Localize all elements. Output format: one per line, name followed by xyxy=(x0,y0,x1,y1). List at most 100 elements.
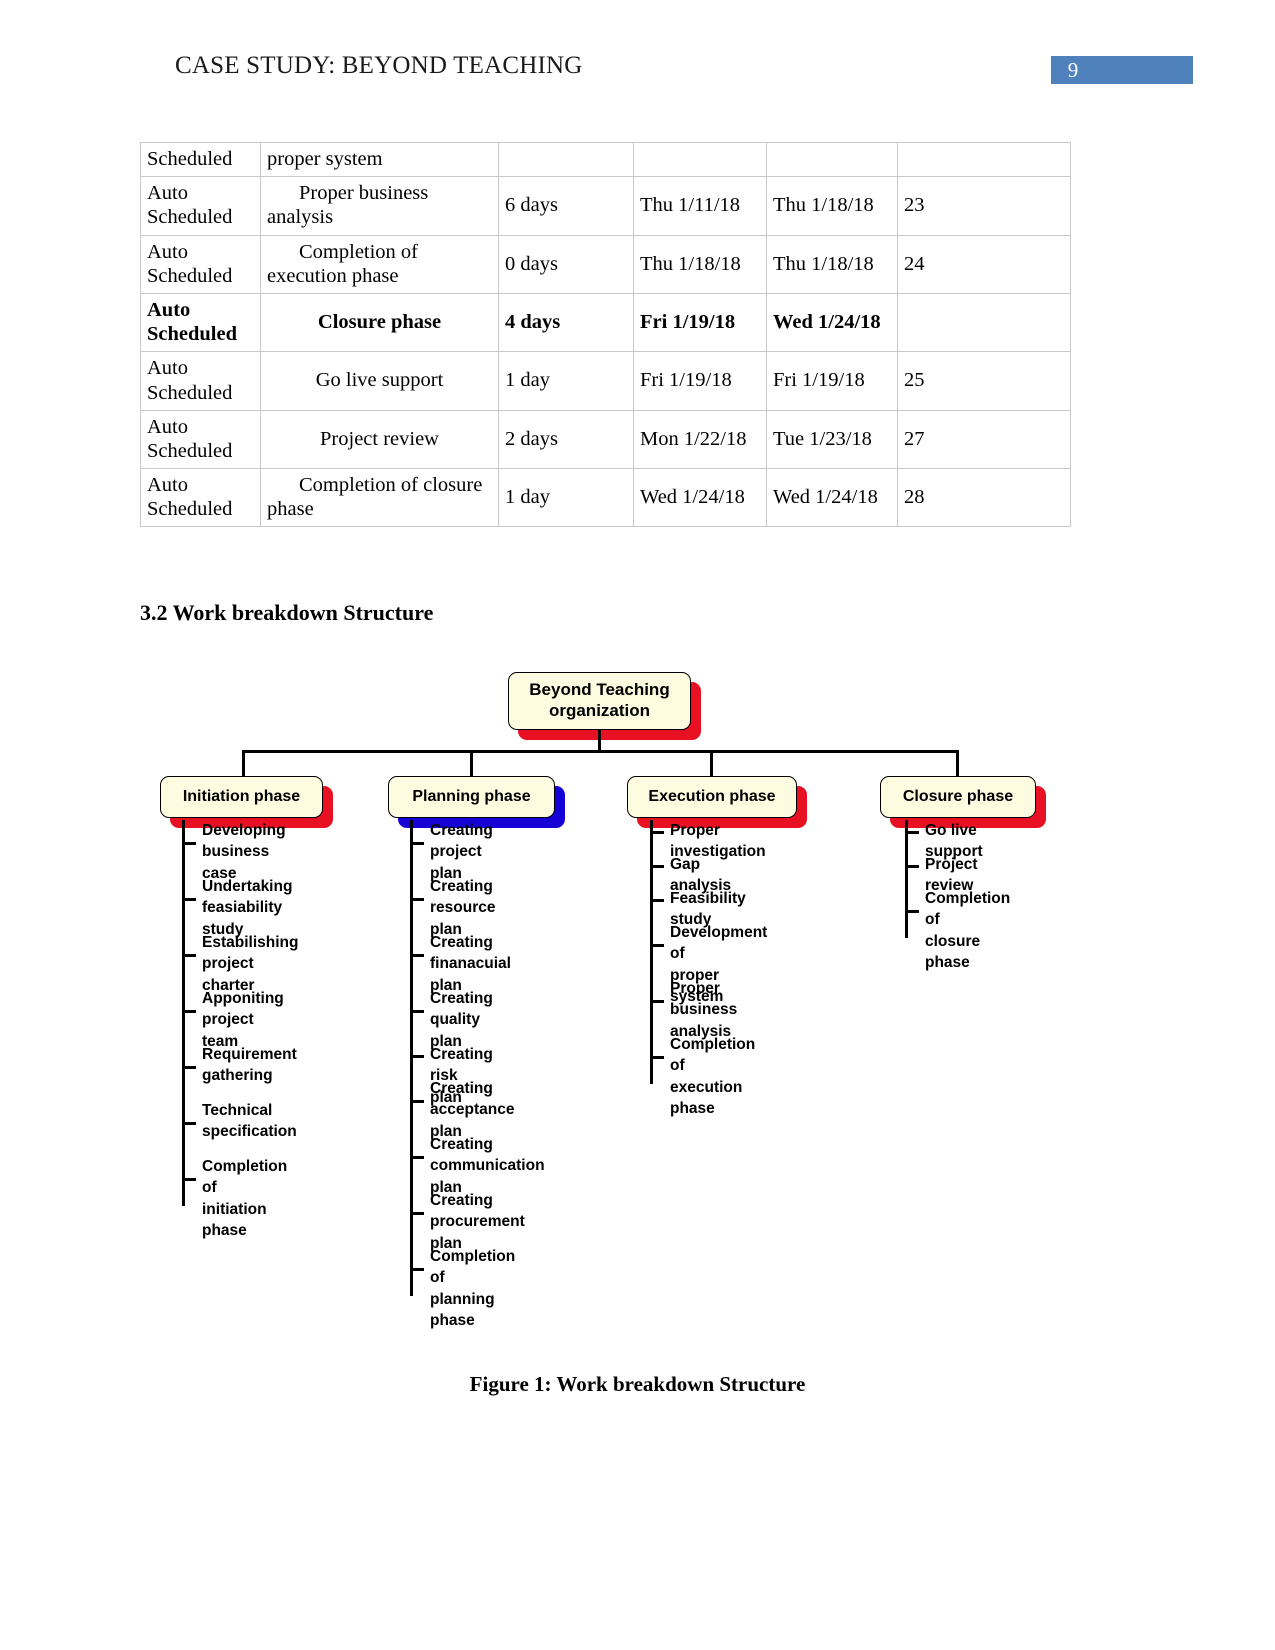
table-row: Auto Scheduled Completion of execution ph… xyxy=(140,234,1071,294)
wbs-leaf-item: Creating procurement plan xyxy=(413,1190,525,1254)
wbs-leaf-item: Completion of planning phase xyxy=(413,1246,515,1332)
table-cell-duration: 1 day xyxy=(498,351,634,411)
table-cell-finish: Wed 1/24/18 xyxy=(766,292,898,353)
connector-branch-closure xyxy=(956,750,959,776)
page-title: CASE STUDY: BEYOND TEACHING xyxy=(175,52,583,79)
wbs-leaf-item: Completion of execution phase xyxy=(653,1034,755,1120)
table-cell-start xyxy=(633,141,767,178)
wbs-leaf-item: Developing business case xyxy=(185,820,286,884)
table-cell-predecessors: 24 xyxy=(897,234,1071,294)
table-cell-mode: Auto Scheduled xyxy=(140,409,261,470)
table-cell-predecessors: 27 xyxy=(897,409,1071,470)
schedule-table-container: Scheduled proper system Auto Scheduled Prop… xyxy=(140,141,1071,528)
figure-caption: Figure 1: Work breakdown Structure xyxy=(469,1372,806,1396)
wbs-leaf-label: Completion of initiation phase xyxy=(202,1158,288,1240)
table-cell-finish: Thu 1/18/18 xyxy=(766,176,898,236)
table-cell-start: Wed 1/24/18 xyxy=(633,468,767,528)
table-cell-start: Mon 1/22/18 xyxy=(633,409,767,470)
table-row: Auto Scheduled Closure phase 4 days Fri 1/1… xyxy=(140,292,1071,353)
wbs-leaf-label: Proper business analysis xyxy=(670,980,738,1040)
page-number-badge: 9 xyxy=(1051,56,1193,84)
table-cell-name: Project review xyxy=(260,409,499,470)
connector-horizontal-bus xyxy=(242,750,958,753)
phase-node-initiation: Initiation phase xyxy=(160,776,323,818)
wbs-leaf-label: Estabilishing project charter xyxy=(202,934,299,994)
table-cell-duration: 0 days xyxy=(498,234,634,294)
table-row: Auto Scheduled Completion of closure phas… xyxy=(140,468,1071,528)
table-cell-start: Thu 1/11/18 xyxy=(633,176,767,236)
table-cell-predecessors xyxy=(897,292,1071,353)
wbs-leaf-label: Creating acceptance plan xyxy=(430,1080,515,1140)
connector-branch-planning xyxy=(470,750,473,776)
wbs-leaf-item: Requirement gathering xyxy=(185,1044,297,1087)
schedule-table-body: Scheduled proper system Auto Scheduled Prop… xyxy=(140,141,1071,528)
table-cell-mode: Auto Scheduled xyxy=(140,234,261,294)
table-cell-finish: Wed 1/24/18 xyxy=(766,468,898,528)
table-cell-predecessors: 23 xyxy=(897,176,1071,236)
wbs-leaf-item: Creating project plan xyxy=(413,820,493,884)
table-cell-duration: 2 days xyxy=(498,409,634,470)
page-number-text: 9 xyxy=(1067,58,1079,82)
wbs-leaf-item: Completion of closure phase xyxy=(908,888,1010,974)
wbs-leaf-label: Technical specification xyxy=(202,1102,297,1141)
schedule-table: Scheduled proper system Auto Scheduled Prop… xyxy=(140,141,1071,528)
wbs-leaf-label: Completion of execution phase xyxy=(670,1036,756,1118)
table-cell-name: Go live support xyxy=(260,351,499,411)
wbs-leaf-label: Creating quality plan xyxy=(430,990,493,1050)
phase-node-planning: Planning phase xyxy=(388,776,555,818)
table-cell-mode: Auto Scheduled xyxy=(140,292,261,353)
wbs-leaf-label: Apponiting project team xyxy=(202,990,284,1050)
table-cell-finish: Tue 1/23/18 xyxy=(766,409,898,470)
table-cell-duration: 1 day xyxy=(498,468,634,528)
wbs-leaf-item: Technical specification xyxy=(185,1100,297,1143)
table-cell-duration: 6 days xyxy=(498,176,634,236)
wbs-leaf-label: Creating resource plan xyxy=(430,878,496,938)
wbs-leaf-item: Creating finanacuial plan xyxy=(413,932,511,996)
connector-branch-initiation xyxy=(242,750,245,776)
connector-branch-execution xyxy=(710,750,713,776)
table-cell-name: Closure phase xyxy=(260,292,499,353)
wbs-leaf-item: Creating quality plan xyxy=(413,988,493,1052)
wbs-leaf-label: Requirement gathering xyxy=(202,1046,297,1085)
table-cell-finish: Thu 1/18/18 xyxy=(766,234,898,294)
phase-node-execution: Execution phase xyxy=(627,776,797,818)
wbs-leaf-item: Undertaking feasiability study xyxy=(185,876,292,940)
wbs-leaf-label: Creating communication plan xyxy=(430,1136,545,1196)
table-cell-duration: 4 days xyxy=(498,292,634,353)
wbs-leaf-item: Creating communication plan xyxy=(413,1134,545,1198)
table-row: Auto Scheduled Proper business analysis 6 … xyxy=(140,176,1071,236)
table-row: Scheduled proper system xyxy=(140,141,1071,178)
table-cell-mode: Auto Scheduled xyxy=(140,351,261,411)
table-cell-mode: Auto Scheduled xyxy=(140,468,261,528)
section-heading: 3.2 Work breakdown Structure xyxy=(140,600,434,625)
wbs-leaf-item: Completion of initiation phase xyxy=(185,1156,287,1242)
root-node: Beyond Teaching organization xyxy=(508,672,691,730)
table-row: Auto Scheduled Project review 2 days Mon 1/… xyxy=(140,409,1071,470)
table-cell-finish: Fri 1/19/18 xyxy=(766,351,898,411)
table-cell-start: Thu 1/18/18 xyxy=(633,234,767,294)
work-breakdown-structure-diagram: Beyond Teaching organization Initiation … xyxy=(0,650,1275,1330)
wbs-leaf-label: Creating procurement plan xyxy=(430,1192,525,1252)
wbs-leaf-label: Completion of planning phase xyxy=(430,1248,516,1330)
wbs-leaf-label: Creating finanacuial plan xyxy=(430,934,511,994)
table-cell-start: Fri 1/19/18 xyxy=(633,292,767,353)
table-cell-predecessors xyxy=(897,141,1071,178)
table-cell-name: Proper business analysis xyxy=(260,176,499,236)
wbs-leaf-item: Estabilishing project charter xyxy=(185,932,298,996)
table-cell-name: proper system xyxy=(260,141,499,178)
table-cell-name: Completion of execution phase xyxy=(260,234,499,294)
wbs-leaf-item: Creating acceptance plan xyxy=(413,1078,514,1142)
wbs-leaf-label: Creating project plan xyxy=(430,822,493,882)
wbs-leaf-label: Developing business case xyxy=(202,822,286,882)
phase-node-closure: Closure phase xyxy=(880,776,1036,818)
table-cell-predecessors: 28 xyxy=(897,468,1071,528)
table-cell-predecessors: 25 xyxy=(897,351,1071,411)
table-cell-mode: Auto Scheduled xyxy=(140,176,261,236)
table-row: Auto Scheduled Go live support 1 day Fri 1/… xyxy=(140,351,1071,411)
wbs-leaf-item: Creating resource plan xyxy=(413,876,495,940)
table-cell-duration xyxy=(498,141,634,178)
wbs-leaf-label: Undertaking feasiability study xyxy=(202,878,293,938)
table-cell-name: Completion of closure phase xyxy=(260,468,499,528)
table-cell-mode: Scheduled xyxy=(140,141,261,178)
wbs-leaf-item: Proper business analysis xyxy=(653,978,737,1042)
